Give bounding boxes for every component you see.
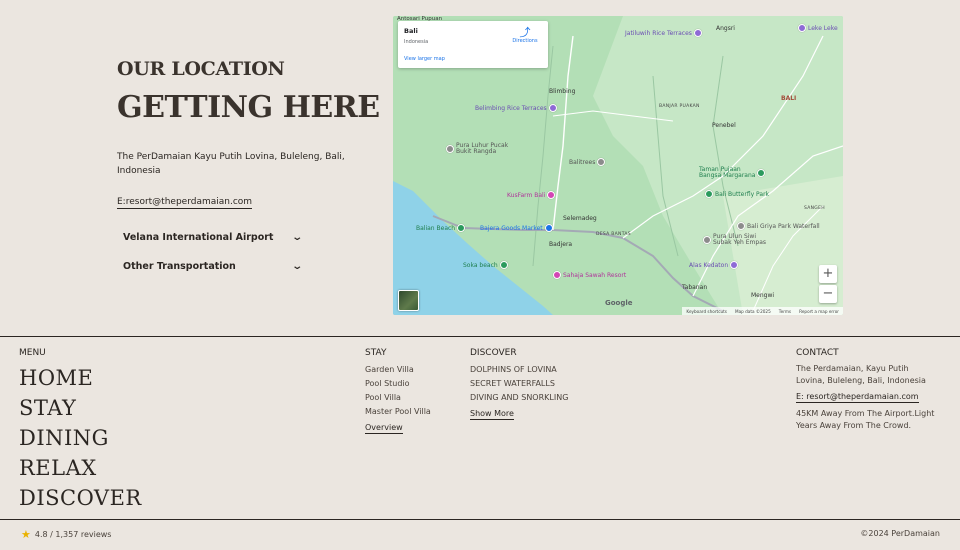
section-subtitle: OUR LOCATION bbox=[117, 58, 285, 80]
map-poi-pura-siwi[interactable]: Pura Ulun Siwi Subak Yeh Empas bbox=[703, 234, 766, 246]
discover-link-waterfalls[interactable]: SECRET WATERFALLS bbox=[470, 379, 555, 388]
map-label-antosari: Antosari Pupuan bbox=[397, 16, 443, 22]
map-pin-icon bbox=[703, 236, 711, 244]
stay-overview-link[interactable]: Overview bbox=[365, 423, 403, 434]
terms-link[interactable]: Terms bbox=[779, 309, 791, 314]
menu-item-relax[interactable]: RELAX bbox=[19, 456, 97, 480]
satellite-toggle-button[interactable] bbox=[398, 290, 419, 311]
footer-divider-top bbox=[0, 336, 960, 337]
map-poi-butterfly[interactable]: Bali Butterfly Park bbox=[705, 190, 769, 198]
footer-divider-bottom bbox=[0, 519, 960, 520]
map-poi-soka[interactable]: Soka beach bbox=[463, 261, 508, 269]
map-pin-icon bbox=[730, 261, 739, 269]
menu-heading: MENU bbox=[19, 348, 46, 358]
map-label-mengwi: Mengwi bbox=[751, 292, 775, 299]
copyright: ©2024 PerDamaian bbox=[860, 529, 940, 538]
map-pin-icon bbox=[499, 261, 508, 269]
map-place-name: Bali bbox=[404, 27, 418, 35]
star-icon: ★ bbox=[21, 528, 31, 541]
map-poi-sahaja[interactable]: Sahaja Sawah Resort bbox=[553, 271, 626, 279]
menu-item-dining[interactable]: DINING bbox=[19, 426, 109, 450]
map-poi-pura-luhur[interactable]: Pura Luhur Pucak Bukit Rangda bbox=[446, 143, 508, 155]
map-label-desa-bantas: DESA BANTAS bbox=[596, 232, 631, 237]
map-poi-kusfarm[interactable]: KusFarm Bali bbox=[507, 191, 556, 199]
rating[interactable]: ★ 4.8 / 1,357 reviews bbox=[21, 528, 111, 541]
rating-text: 4.8 / 1,357 reviews bbox=[34, 530, 112, 539]
stay-link-master-pool-villa[interactable]: Master Pool Villa bbox=[365, 407, 431, 416]
map-place-card: Bali Indonesia View larger map ⤴ Directi… bbox=[398, 21, 548, 68]
report-error-link[interactable]: Report a map error bbox=[799, 309, 839, 314]
menu-item-home[interactable]: HOME bbox=[19, 366, 93, 390]
contact-address: The Perdamaian, Kayu Putih Lovina, Bulel… bbox=[796, 364, 926, 385]
map-label-selemadeg: Selemadeg bbox=[563, 215, 597, 222]
stay-link-garden-villa[interactable]: Garden Villa bbox=[365, 365, 414, 374]
chevron-down-icon: ⌄ bbox=[290, 232, 303, 243]
map-poi-jatiluwih[interactable]: Jatiluwih Rice Terraces bbox=[625, 29, 702, 37]
map-label-penebel: Penebel bbox=[712, 122, 736, 129]
map-pin-icon bbox=[737, 222, 745, 230]
map-poi-alas-kedaton[interactable]: Alas Kedaton bbox=[689, 261, 739, 269]
chevron-down-icon: ⌄ bbox=[290, 261, 303, 272]
map-label-badjera: Badjera bbox=[549, 241, 573, 248]
map-poi-balitrees[interactable]: Balitrees bbox=[569, 158, 606, 166]
stay-link-pool-studio[interactable]: Pool Studio bbox=[365, 379, 410, 388]
map-label-bali: BALI bbox=[781, 95, 797, 102]
view-larger-map-link[interactable]: View larger map bbox=[404, 56, 445, 62]
contact-email-link[interactable]: E: resort@theperdamaian.com bbox=[796, 392, 919, 403]
embedded-map[interactable]: Bali Indonesia View larger map ⤴ Directi… bbox=[393, 16, 843, 315]
map-pin-icon bbox=[544, 224, 553, 232]
contact-heading: CONTACT bbox=[796, 348, 839, 358]
directions-icon: ⤴ bbox=[519, 26, 531, 39]
map-poi-taman[interactable]: Taman Pujaan Bangsa Margarana bbox=[699, 167, 766, 179]
page-title: GETTING HERE bbox=[117, 90, 380, 125]
stay-link-pool-villa[interactable]: Pool Villa bbox=[365, 393, 401, 402]
zoom-in-button[interactable]: + bbox=[819, 265, 837, 283]
directions-button[interactable]: ⤴ Directions bbox=[510, 27, 540, 44]
stay-heading: STAY bbox=[365, 348, 387, 358]
directions-label: Directions bbox=[512, 38, 538, 44]
map-pin-icon bbox=[693, 29, 702, 37]
accordion-transportation-label: Other Transportation bbox=[123, 261, 236, 272]
map-poi-belimbing[interactable]: Belimbing Rice Terraces bbox=[475, 104, 557, 112]
discover-link-dolphins[interactable]: DOLPHINS OF LOVINA bbox=[470, 365, 557, 374]
contact-note: 45KM Away From The Airport.Light Years A… bbox=[796, 409, 935, 430]
menu-item-stay[interactable]: STAY bbox=[19, 396, 76, 420]
map-pin-icon bbox=[548, 104, 557, 112]
map-data-text: Map data ©2025 bbox=[734, 308, 771, 314]
map-pin-icon bbox=[597, 158, 606, 166]
map-pin-icon bbox=[547, 191, 556, 199]
map-pin-icon bbox=[798, 24, 806, 32]
map-label-banjar: BANJAR PUAKAN bbox=[659, 104, 700, 109]
map-pin-icon bbox=[705, 190, 713, 198]
map-label-tabanan: Tabanan bbox=[682, 284, 708, 291]
map-poi-leke[interactable]: Leke Leke bbox=[798, 24, 838, 32]
discover-link-diving[interactable]: DIVING AND SNORKLING bbox=[470, 393, 568, 402]
map-label-angsri: Angsri bbox=[716, 25, 735, 32]
map-pin-icon bbox=[757, 169, 766, 177]
map-place-region: Indonesia bbox=[404, 39, 429, 45]
discover-heading: DISCOVER bbox=[470, 348, 517, 358]
map-pin-icon bbox=[457, 224, 466, 232]
address-text: The PerDamaian Kayu Putih Lovina, Bulele… bbox=[117, 152, 345, 176]
map-label-sangeh: SANGEH bbox=[804, 206, 825, 211]
map-pin-icon bbox=[553, 271, 561, 279]
email-link[interactable]: E:resort@theperdamaian.com bbox=[117, 197, 253, 209]
map-poi-balian[interactable]: Balian Beach bbox=[416, 224, 466, 232]
keyboard-shortcuts-link[interactable]: Keyboard shortcuts bbox=[686, 309, 727, 314]
zoom-out-button[interactable]: − bbox=[819, 285, 837, 303]
map-poi-bajera-market[interactable]: Bajera Goods Market bbox=[480, 224, 553, 232]
accordion-airport[interactable]: Velana International Airport ⌄ bbox=[123, 232, 303, 243]
map-poi-griya[interactable]: Bali Griya Park Waterfall bbox=[737, 222, 820, 230]
menu-item-discover[interactable]: DISCOVER bbox=[19, 486, 142, 510]
map-pin-icon bbox=[446, 145, 454, 153]
accordion-airport-label: Velana International Airport bbox=[123, 232, 274, 243]
discover-show-more-link[interactable]: Show More bbox=[470, 409, 514, 420]
map-label-blimbing: Blimbing bbox=[549, 88, 576, 95]
accordion-transportation[interactable]: Other Transportation ⌄ bbox=[123, 261, 303, 272]
map-attribution: Keyboard shortcuts Map data ©2025 Terms … bbox=[682, 307, 843, 315]
google-logo: Google bbox=[605, 299, 633, 307]
